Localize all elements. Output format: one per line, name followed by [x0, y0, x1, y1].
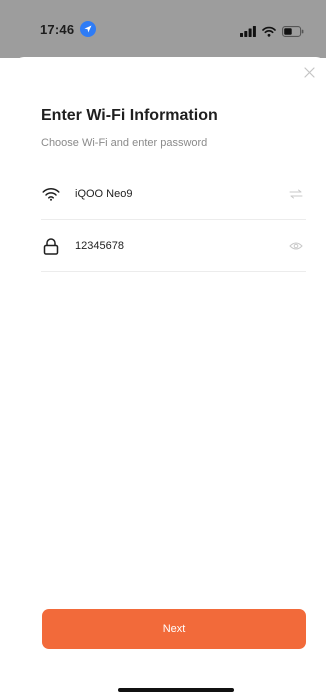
location-arrow-icon: [80, 21, 96, 37]
page-title: Enter Wi-Fi Information: [41, 107, 218, 124]
eye-icon[interactable]: [286, 236, 306, 256]
wifi-status-icon: [262, 24, 276, 42]
close-button[interactable]: [300, 65, 318, 83]
lock-icon: [41, 236, 61, 256]
status-bar: 17:46: [0, 0, 326, 58]
close-icon: [303, 65, 315, 83]
home-indicator[interactable]: [118, 688, 234, 692]
password-field[interactable]: 12345678: [41, 221, 306, 272]
cellular-signal-icon: [240, 24, 256, 42]
wifi-network-name: iQOO Neo9: [75, 188, 133, 200]
wifi-icon: [41, 184, 61, 204]
app-screen: 17:46 Enter Wi-Fi Information Choose Wi-…: [0, 0, 326, 695]
next-button[interactable]: Next: [42, 609, 306, 649]
password-value: 12345678: [75, 240, 124, 252]
switch-network-icon[interactable]: [286, 184, 306, 204]
wifi-sheet: Enter Wi-Fi Information Choose Wi-Fi and…: [14, 57, 326, 695]
battery-icon: [282, 24, 304, 42]
page-subtitle: Choose Wi-Fi and enter password: [41, 137, 208, 149]
status-icons: [240, 24, 304, 42]
status-time: 17:46: [40, 22, 75, 37]
wifi-network-field[interactable]: iQOO Neo9: [41, 169, 306, 220]
